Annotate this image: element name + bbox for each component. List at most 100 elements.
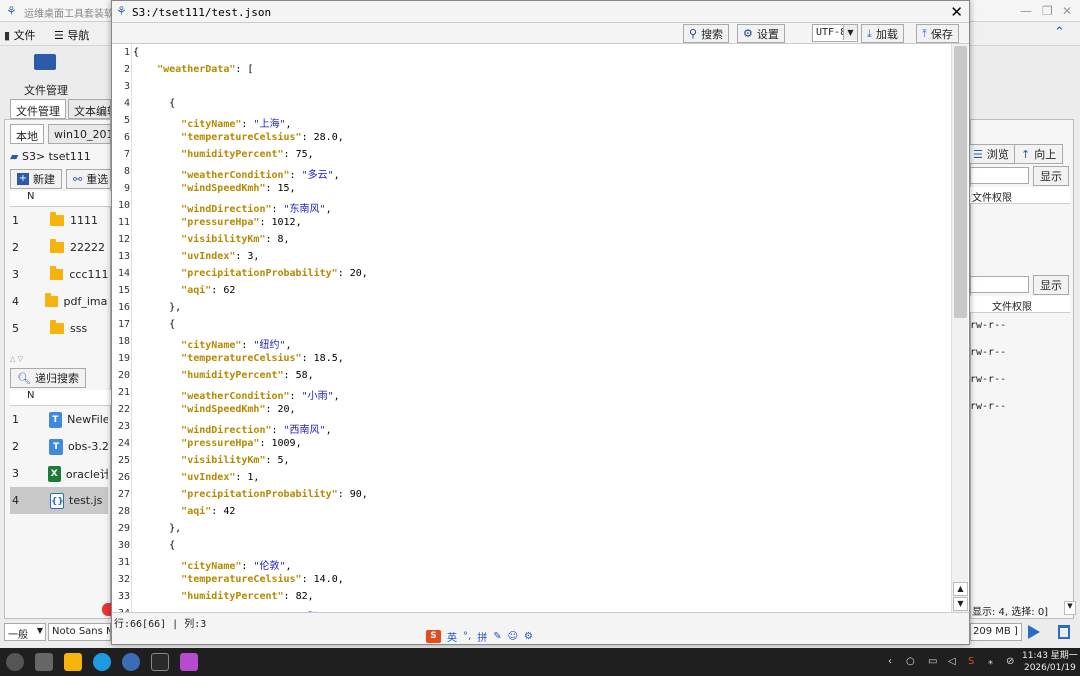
recursive-search-button[interactable]: 🔍︎ 递归搜索	[10, 368, 86, 388]
chevron-down-icon[interactable]: ▼	[843, 25, 857, 40]
recursive-search-label: 递归搜索	[34, 372, 79, 385]
file-name: NewFile	[67, 413, 108, 426]
tab-local[interactable]: 本地	[10, 124, 44, 144]
network-icon[interactable]: ⊘	[1006, 656, 1014, 667]
file-row[interactable]: 3 Xoracle计	[10, 460, 108, 487]
gear-icon[interactable]: ⚙	[524, 631, 533, 642]
settings-button[interactable]: ⚙ 设置	[737, 24, 785, 43]
code-line: "windSpeedKmh": 20,	[181, 404, 296, 415]
sogou-tray-icon[interactable]: S	[968, 656, 974, 667]
ime-pinyin[interactable]: 拼	[477, 629, 487, 644]
tab-file-manage[interactable]: 文件管理	[10, 99, 66, 119]
search-button[interactable]: ⚲ 搜索	[683, 24, 730, 43]
code-line: {	[133, 319, 176, 330]
start-icon[interactable]	[6, 653, 24, 671]
chevron-left-icon[interactable]: ‹	[888, 656, 892, 667]
splitter[interactable]: △ ▽	[10, 355, 108, 364]
file-row[interactable]: 2 Tobs-3.2	[10, 433, 108, 460]
show-button-2[interactable]: 显示	[1033, 275, 1069, 295]
browser-icon[interactable]	[93, 653, 111, 671]
close-icon[interactable]: ✕	[1062, 4, 1072, 18]
folder-row[interactable]: 4 pdf_imag	[10, 288, 108, 315]
refresh-button[interactable]: ⚯ 重选	[66, 169, 111, 189]
menu-file[interactable]: ▮ 文件	[4, 27, 36, 43]
line-number: 17	[117, 319, 130, 330]
gear-icon: ⚙	[743, 27, 753, 40]
row-number: 2	[12, 440, 19, 453]
path-input-2[interactable]	[970, 276, 1029, 293]
line-number: 2	[123, 64, 130, 75]
load-button-label: 加载	[875, 27, 898, 41]
tab-text-edit[interactable]: 文本编辑	[68, 99, 111, 119]
font-category-select[interactable]: 一般 ▼	[4, 623, 46, 641]
folder-row[interactable]: 1 1111	[10, 207, 108, 234]
code-line: "weatherCondition": "小雨",	[181, 391, 340, 402]
trash-icon[interactable]	[1058, 625, 1070, 639]
ime-lang[interactable]: 英	[447, 629, 457, 644]
folder-open-icon[interactable]	[34, 54, 56, 70]
note-icon[interactable]	[180, 653, 198, 671]
code-line: "humidityPercent": 58,	[181, 370, 314, 381]
emoji-icon[interactable]: ☺	[508, 631, 518, 642]
maximize-icon[interactable]: ❐	[1042, 4, 1053, 18]
settings-button-label: 设置	[756, 27, 779, 41]
menu-nav[interactable]: ☰ 导航	[54, 27, 89, 43]
up-button[interactable]: ↑ 向上	[1014, 144, 1064, 164]
permission-cell: rw-r--	[970, 374, 1007, 385]
search-icon: 🔍︎	[17, 371, 31, 385]
scroll-down-arrow[interactable]: ▼	[953, 597, 968, 611]
tab-win10-201[interactable]: win10_201	[48, 124, 111, 144]
scroll-down-arrow[interactable]: ▼	[1064, 601, 1076, 615]
folder-row[interactable]: 3 ccc111	[10, 261, 108, 288]
clock[interactable]: 11:43 星期一 2026/01/19	[1022, 650, 1078, 674]
file-row[interactable]: 1 T NewFile	[10, 406, 108, 433]
line-number: 9	[123, 183, 130, 194]
sogou-logo-icon[interactable]: S	[426, 629, 441, 643]
column-header-n-2: N	[10, 390, 111, 406]
line-number: 30	[117, 540, 130, 551]
scroll-up-arrow[interactable]: ▲	[953, 582, 968, 596]
line-number: 20	[117, 370, 130, 381]
line-number: 18	[117, 336, 130, 347]
minimize-icon[interactable]: —	[1020, 4, 1032, 18]
ops-tool-icon[interactable]	[122, 653, 140, 671]
code-area[interactable]: 1{2 "weatherData": [3 4 {5 "cityName": "上…	[112, 44, 952, 612]
vertical-scrollbar[interactable]: ▲ ▼	[951, 44, 968, 612]
line-number: 32	[117, 574, 130, 585]
volume-icon[interactable]: ◁	[948, 656, 956, 667]
search-icon[interactable]: ○	[906, 656, 915, 667]
folder-row[interactable]: 5 sss	[10, 315, 108, 342]
code-line: "aqi": 62	[181, 285, 236, 296]
new-button[interactable]: + 新建	[10, 169, 62, 189]
load-button[interactable]: ⤓ 加载	[861, 24, 904, 43]
pen-icon[interactable]: ✎	[493, 631, 501, 642]
bluetooth-icon[interactable]: ⁎	[988, 656, 993, 667]
search-icon: ⚲	[689, 27, 698, 40]
code-line: },	[133, 302, 182, 313]
code-line: "humidityPercent": 82,	[181, 591, 314, 602]
row-number: 4	[12, 295, 19, 308]
ime-punct[interactable]: °,	[463, 631, 471, 642]
file-row[interactable]: 4 {} test.js	[10, 487, 108, 514]
collapse-up-icon[interactable]: ⌃	[1054, 25, 1065, 40]
multitask-icon[interactable]	[35, 653, 53, 671]
save-button-label: 保存	[930, 27, 953, 41]
file-manage-label: 文件管理	[24, 84, 68, 97]
path-input[interactable]	[970, 167, 1029, 184]
code-line: "cityName": "伦敦",	[181, 561, 292, 572]
play-icon[interactable]	[1028, 625, 1040, 639]
line-number: 24	[117, 438, 130, 449]
line-number: 1	[123, 47, 130, 58]
folder-row[interactable]: 2 22222	[10, 234, 108, 261]
browse-button[interactable]: ☰ 浏览	[966, 144, 1016, 164]
save-button[interactable]: ⤒ 保存	[916, 24, 959, 43]
file-manager-icon[interactable]	[64, 653, 82, 671]
code-line: "weatherData": [	[157, 64, 254, 75]
font-name-select[interactable]: Noto Sans M	[48, 623, 111, 641]
terminal-icon[interactable]	[151, 653, 169, 671]
clipboard-icon[interactable]: ▭	[928, 656, 937, 667]
column-header-n: N	[10, 191, 111, 207]
scrollbar-thumb[interactable]	[954, 46, 967, 318]
close-icon[interactable]: ✕	[950, 3, 963, 21]
show-button[interactable]: 显示	[1033, 166, 1069, 186]
